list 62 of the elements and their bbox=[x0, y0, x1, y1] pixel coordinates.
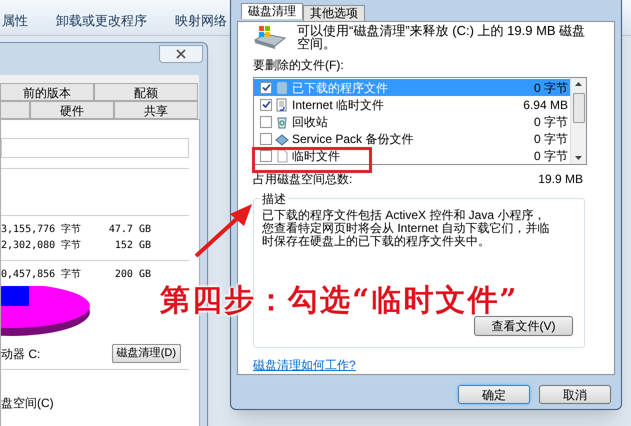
cancel-button[interactable]: 取消 bbox=[539, 385, 611, 404]
close-icon bbox=[176, 49, 186, 59]
group-title: 描述 bbox=[260, 190, 288, 208]
file-size: 0 字节 bbox=[534, 130, 568, 148]
size-value: 47.7 GB bbox=[108, 223, 151, 237]
total-label: 占用磁盘空间总数: bbox=[253, 171, 352, 188]
drive-label: 动器 C: bbox=[1, 346, 40, 362]
down-arrow-icon bbox=[575, 156, 582, 160]
file-list-item[interactable]: Internet 临时文件 6.94 MB bbox=[254, 96, 570, 113]
view-files-button[interactable]: 查看文件(V) bbox=[474, 316, 573, 336]
recycle-bin-icon bbox=[275, 114, 289, 128]
pointer-arrow bbox=[193, 203, 253, 259]
tab[interactable]: 前的版本 bbox=[0, 83, 94, 101]
help-link[interactable]: 磁盘清理如何工作? bbox=[253, 356, 356, 374]
file-name: Service Pack 备份文件 bbox=[292, 130, 414, 148]
file-name: 回收站 bbox=[292, 114, 329, 130]
disk-cleanup-button[interactable]: 磁盘清理(D) bbox=[112, 344, 181, 363]
file-list-item[interactable]: Service Pack 备份文件 0 字节 bbox=[254, 130, 570, 147]
file-size: 6.94 MB bbox=[523, 96, 568, 114]
up-arrow-icon bbox=[575, 82, 582, 86]
toolbar-button[interactable]: 映射网络 bbox=[175, 10, 227, 30]
tab[interactable]: 其他选项 bbox=[303, 5, 365, 21]
package-icon bbox=[275, 132, 289, 146]
blank-file-icon bbox=[275, 148, 289, 162]
tab[interactable]: 共享 bbox=[114, 101, 198, 119]
scrollbar[interactable] bbox=[570, 78, 586, 164]
size-value: 152 GB bbox=[114, 239, 151, 253]
byte-count: 3,155,776 字节 bbox=[1, 222, 82, 237]
checkbox[interactable] bbox=[260, 150, 272, 162]
checkbox[interactable] bbox=[260, 82, 272, 94]
checkbox[interactable] bbox=[260, 116, 272, 128]
file-size: 0 字节 bbox=[534, 148, 568, 164]
ok-button[interactable]: 确定 bbox=[458, 385, 530, 404]
file-size: 0 字节 bbox=[534, 80, 568, 96]
toolbar-button[interactable]: 卸载或更改程序 bbox=[56, 10, 147, 30]
checkbox[interactable] bbox=[260, 132, 272, 144]
compress-label: 盘空间(C) bbox=[1, 395, 55, 412]
file-list-item[interactable]: 回收站 0 字节 bbox=[254, 113, 570, 130]
file-name: Internet 临时文件 bbox=[292, 96, 386, 114]
close-button[interactable] bbox=[159, 45, 203, 63]
tab[interactable]: 配额 bbox=[94, 83, 198, 101]
tab[interactable]: 硬件 bbox=[30, 101, 114, 119]
size-value: 200 GB bbox=[114, 268, 151, 282]
scroll-thumb[interactable] bbox=[572, 92, 584, 123]
total-value: 19.9 MB bbox=[538, 171, 583, 188]
file-size: 0 字节 bbox=[534, 114, 568, 130]
intro-text: 可以使用“磁盘清理”来释放 (C:) 上的 19.9 MB 磁盘空间。 bbox=[297, 24, 586, 50]
file-list-item[interactable]: 已下载的程序文件 0 字节 bbox=[254, 79, 570, 96]
file-name: 临时文件 bbox=[292, 148, 341, 164]
files-label: 要删除的文件(F): bbox=[253, 57, 345, 74]
tab[interactable]: 磁盘清理 bbox=[241, 3, 303, 19]
file-name: 已下载的程序文件 bbox=[292, 80, 389, 96]
toolbar-button[interactable]: 属性 bbox=[2, 10, 28, 30]
document-icon bbox=[275, 98, 289, 112]
checkbox[interactable] bbox=[260, 98, 272, 110]
tab[interactable] bbox=[0, 101, 30, 119]
drive-icon bbox=[253, 26, 287, 50]
byte-count: 0,457,856 字节 bbox=[1, 268, 82, 282]
description-text: 已下载的程序文件包括 ActiveX 控件和 Java 小程序，您查看特定网页时将会从 Internet 自动下载它们，并临时保存在硬盘上的已下载的程序文件夹中。 bbox=[262, 209, 550, 248]
name-field[interactable] bbox=[1, 138, 189, 158]
byte-count: 2,302,080 字节 bbox=[1, 238, 82, 253]
folder-icon bbox=[275, 80, 289, 94]
